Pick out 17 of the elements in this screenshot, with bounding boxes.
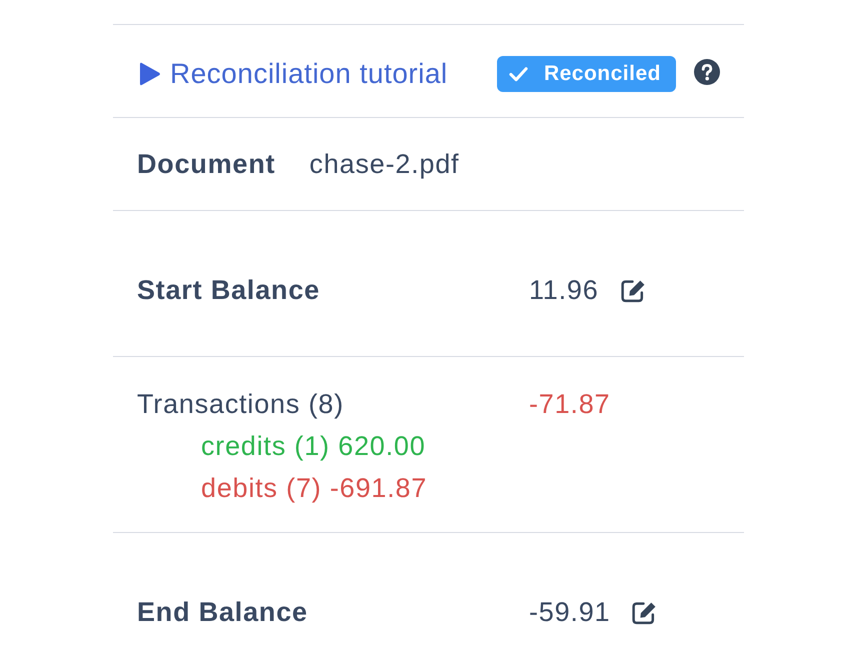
document-name: chase-2.pdf — [309, 148, 460, 181]
balance-amount: -59.91 — [529, 596, 610, 629]
transactions-total: -71.87 — [529, 388, 610, 421]
tutorial-link[interactable]: Reconciliation tutorial — [137, 53, 448, 95]
check-icon — [508, 66, 528, 82]
balance-amount: 11.96 — [529, 274, 599, 307]
balance-label: End Balance — [137, 596, 308, 629]
transactions-breakdown: credits (1) 620.00 — [200, 430, 426, 463]
transactions-label: Transactions (8) — [137, 388, 344, 421]
edit-icon[interactable] — [631, 600, 658, 624]
transactions-breakdown: debits (7) -691.87 — [200, 472, 428, 505]
help-icon[interactable] — [694, 58, 720, 84]
edit-icon[interactable] — [620, 278, 647, 302]
document-label: Document — [137, 148, 276, 181]
play-icon — [137, 61, 161, 87]
balance-label: Start Balance — [137, 274, 320, 307]
status-badge: Reconciled — [496, 56, 676, 92]
